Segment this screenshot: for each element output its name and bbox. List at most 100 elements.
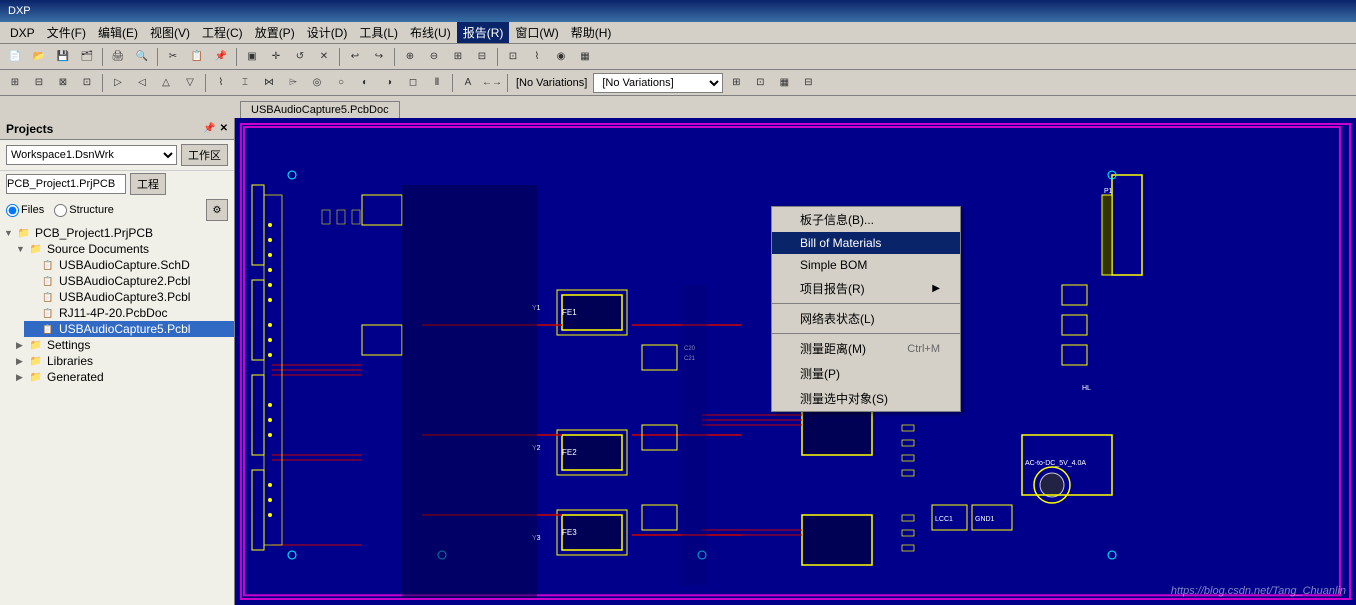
radio-row: Files Structure ⚙ <box>0 197 234 223</box>
dd-project-report[interactable]: 项目报告(R) ▶ <box>772 276 960 301</box>
dd-measure[interactable]: 测量(P) <box>772 361 960 386</box>
tree-settings[interactable]: ▶ 📁 Settings <box>12 337 234 353</box>
zoom-out-btn[interactable]: ⊖ <box>423 46 445 68</box>
copy-btn[interactable]: 📋 <box>186 46 208 68</box>
tree-file-4[interactable]: 📋 RJ11-4P-20.PcbDoc <box>24 305 234 321</box>
tb2-route1[interactable]: ⌇ <box>210 72 232 94</box>
svg-text:AC-to-DC_5V_4.0A: AC-to-DC_5V_4.0A <box>1025 460 1086 467</box>
tab-pcbdoc[interactable]: USBAudioCapture5.PcbDoc <box>240 101 400 118</box>
radio-files-input[interactable] <box>6 204 19 217</box>
tb2-route4[interactable]: ⌲ <box>282 72 304 94</box>
dd-sep-1 <box>772 303 960 304</box>
redo-btn[interactable]: ↪ <box>368 46 390 68</box>
search-btn[interactable]: 🔍 <box>131 46 153 68</box>
via-btn[interactable]: ◉ <box>550 46 572 68</box>
tree-root[interactable]: ▼ 📁 PCB_Project1.PrjPCB <box>0 225 234 241</box>
tb2-route7[interactable]: ◐ <box>354 72 376 94</box>
zoom-fit-btn[interactable]: ⊞ <box>447 46 469 68</box>
undo-btn[interactable]: ↩ <box>344 46 366 68</box>
tb2-btn2[interactable]: ⊟ <box>28 72 50 94</box>
new-btn[interactable]: 📄 <box>4 46 26 68</box>
dd-measure-dist[interactable]: 测量距离(M) Ctrl+M <box>772 336 960 361</box>
open-btn[interactable]: 📂 <box>28 46 50 68</box>
save-all-btn[interactable]: 🗂 <box>76 46 98 68</box>
project-btn[interactable]: 工程 <box>130 173 166 195</box>
cut-btn[interactable]: ✂ <box>162 46 184 68</box>
menu-edit[interactable]: 编辑(E) <box>92 22 144 43</box>
dd-bom[interactable]: Bill of Materials <box>772 232 960 254</box>
menu-route[interactable]: 布线(U) <box>404 22 457 43</box>
dd-netlist[interactable]: 网络表状态(L) <box>772 306 960 331</box>
sep10 <box>507 74 508 92</box>
tb2-extra4[interactable]: ⊟ <box>797 72 819 94</box>
rotate-btn[interactable]: ↺ <box>289 46 311 68</box>
select-btn[interactable]: ▣ <box>241 46 263 68</box>
tb2-route10[interactable]: Ⅱ <box>426 72 448 94</box>
workspace-btn[interactable]: 工作区 <box>181 144 228 166</box>
tree-file-2[interactable]: 📋 USBAudioCapture2.Pcbl <box>24 273 234 289</box>
tree-file-4-label: RJ11-4P-20.PcbDoc <box>59 306 168 320</box>
copper-btn[interactable]: ▦ <box>574 46 596 68</box>
paste-btn[interactable]: 📌 <box>210 46 232 68</box>
tb2-btn6[interactable]: ◁ <box>131 72 153 94</box>
tb2-extra3[interactable]: ▦ <box>773 72 795 94</box>
menu-project[interactable]: 工程(C) <box>196 22 249 43</box>
tree-generated[interactable]: ▶ 📁 Generated <box>12 369 234 385</box>
pcb-canvas-area[interactable]: FE1 FE2 FE3 <box>235 118 1356 605</box>
tb2-btn3[interactable]: ⊠ <box>52 72 74 94</box>
move-btn[interactable]: ✛ <box>265 46 287 68</box>
menu-file[interactable]: 文件(F) <box>41 22 92 43</box>
component-btn[interactable]: ⊡ <box>502 46 524 68</box>
menu-place[interactable]: 放置(P) <box>249 22 301 43</box>
workspace-select[interactable]: Workspace1.DsnWrk <box>6 145 177 165</box>
tree-file-3[interactable]: 📋 USBAudioCapture3.Pcbl <box>24 289 234 305</box>
dd-measure-sel[interactable]: 测量选中对象(S) <box>772 386 960 411</box>
tree-libraries[interactable]: ▶ 📁 Libraries <box>12 353 234 369</box>
project-report-arrow: ▶ <box>932 283 940 294</box>
radio-structure[interactable]: Structure <box>54 204 114 217</box>
tb2-text[interactable]: A <box>457 72 479 94</box>
main-area: Projects 📌 ✕ Workspace1.DsnWrk 工作区 工程 Fi… <box>0 118 1356 605</box>
tb2-route9[interactable]: ◻ <box>402 72 424 94</box>
delete-btn[interactable]: ✕ <box>313 46 335 68</box>
bom-label: Bill of Materials <box>800 236 881 250</box>
reports-dropdown-menu: 板子信息(B)... Bill of Materials Simple BOM … <box>771 206 961 412</box>
zoom-in-btn[interactable]: ⊕ <box>399 46 421 68</box>
tb2-dim[interactable]: ←→ <box>481 72 503 94</box>
menu-reports[interactable]: 报告(R) <box>457 22 510 43</box>
panel-icon-btn[interactable]: ⚙ <box>206 199 228 221</box>
tb2-extra1[interactable]: ⊞ <box>725 72 747 94</box>
dd-board-info[interactable]: 板子信息(B)... <box>772 207 960 232</box>
menu-design[interactable]: 设计(D) <box>301 22 354 43</box>
project-input[interactable] <box>6 174 126 194</box>
no-variations-select[interactable]: [No Variations] <box>593 73 723 93</box>
menu-dxp[interactable]: DXP <box>4 24 41 42</box>
menu-help[interactable]: 帮助(H) <box>565 22 618 43</box>
tb2-route2[interactable]: ⌶ <box>234 72 256 94</box>
tb2-btn5[interactable]: ▷ <box>107 72 129 94</box>
print-btn[interactable]: 🖨 <box>107 46 129 68</box>
panel-close[interactable]: ✕ <box>220 123 228 134</box>
wire-btn[interactable]: ⌇ <box>526 46 548 68</box>
tb2-route6[interactable]: ○ <box>330 72 352 94</box>
tb2-btn7[interactable]: △ <box>155 72 177 94</box>
tb2-btn4[interactable]: ⊡ <box>76 72 98 94</box>
menu-tools[interactable]: 工具(L) <box>353 22 404 43</box>
radio-files[interactable]: Files <box>6 204 44 217</box>
menu-view[interactable]: 视图(V) <box>144 22 196 43</box>
tb2-route3[interactable]: ⋈ <box>258 72 280 94</box>
tree-file-5[interactable]: 📋 USBAudioCapture5.Pcbl <box>24 321 234 337</box>
menu-window[interactable]: 窗口(W) <box>509 22 564 43</box>
tree-source-docs[interactable]: ▼ 📁 Source Documents <box>12 241 234 257</box>
tb2-route8[interactable]: ◑ <box>378 72 400 94</box>
panel-pin[interactable]: 📌 <box>203 123 215 134</box>
tree-file-1[interactable]: 📋 USBAudioCapture.SchD <box>24 257 234 273</box>
tb2-route5[interactable]: ◎ <box>306 72 328 94</box>
dd-simple-bom[interactable]: Simple BOM <box>772 254 960 276</box>
save-btn[interactable]: 💾 <box>52 46 74 68</box>
zoom-sel-btn[interactable]: ⊟ <box>471 46 493 68</box>
tb2-btn8[interactable]: ▽ <box>179 72 201 94</box>
tb2-btn1[interactable]: ⊞ <box>4 72 26 94</box>
radio-structure-input[interactable] <box>54 204 67 217</box>
tb2-extra2[interactable]: ⊡ <box>749 72 771 94</box>
